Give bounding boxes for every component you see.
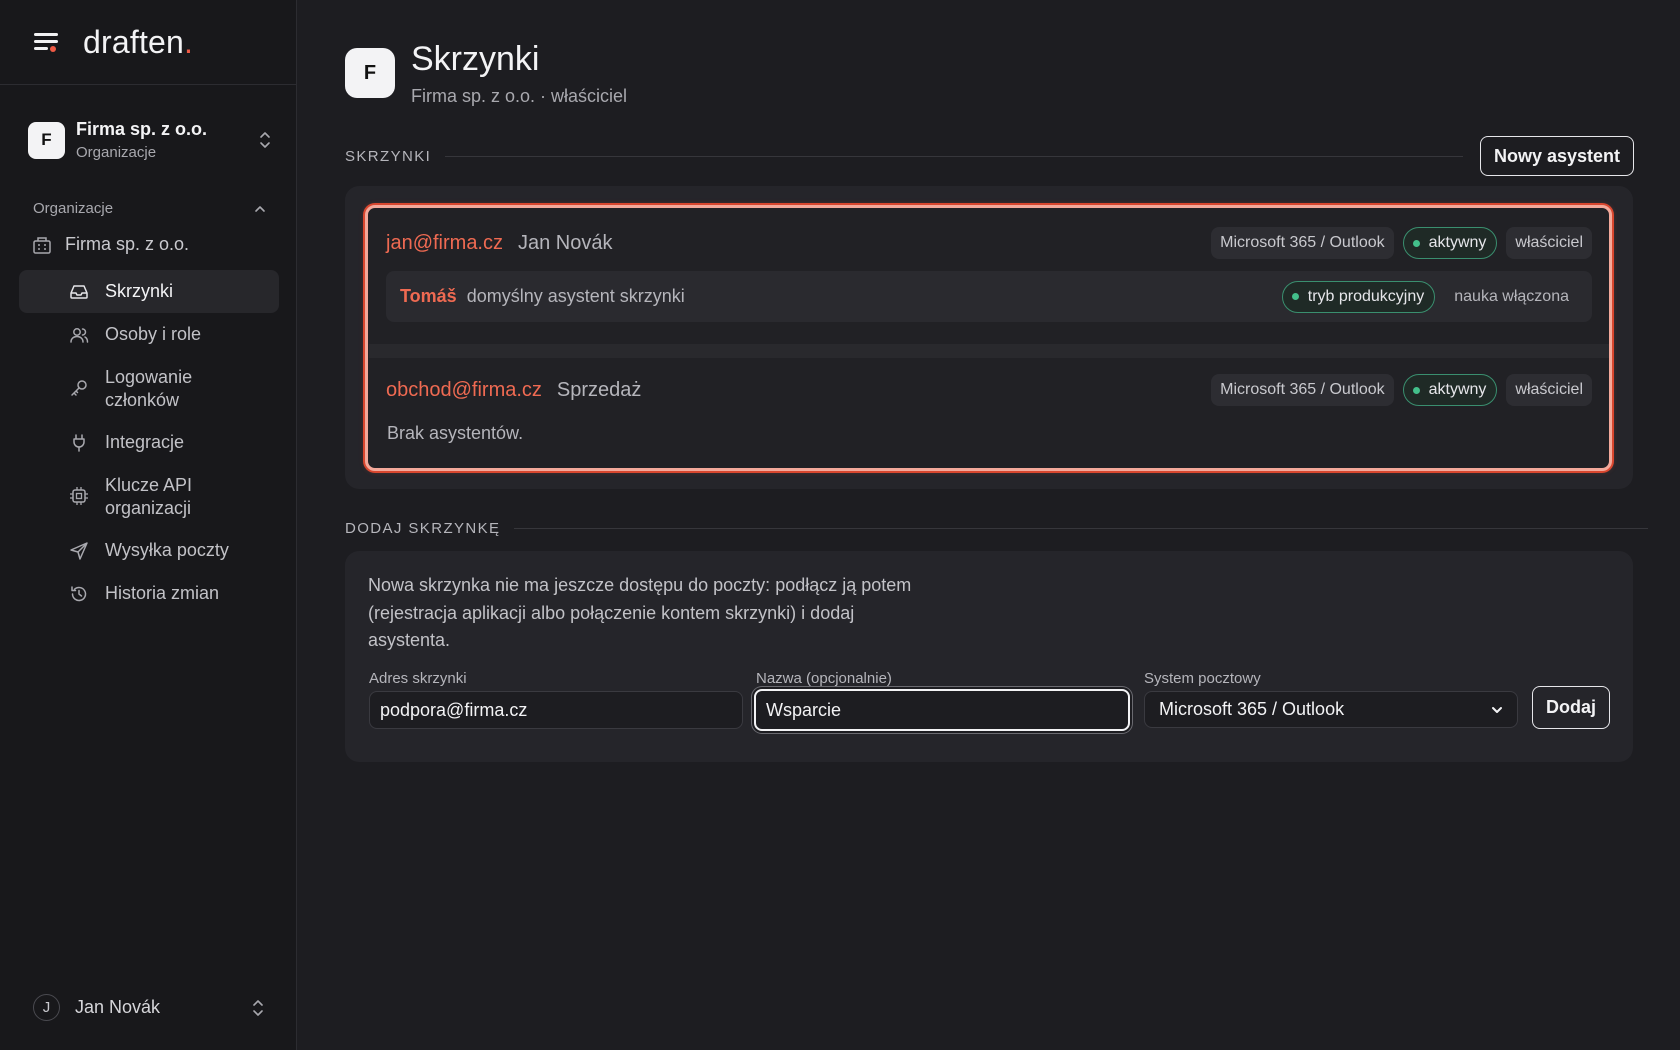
role-badge: właściciel bbox=[1506, 374, 1592, 406]
section-divider bbox=[514, 528, 1649, 529]
user-avatar: J bbox=[33, 994, 60, 1021]
mailbox-item[interactable]: jan@firma.cz Jan Novák Microsoft 365 / O… bbox=[369, 205, 1609, 345]
name-label: Nazwa (opcjonalnie) bbox=[756, 670, 892, 687]
sidebar-header: draften. bbox=[0, 0, 296, 85]
mailbox-email[interactable]: jan@firma.cz bbox=[386, 232, 503, 255]
sidebar-item-label: Osoby i role bbox=[105, 324, 202, 344]
mailbox-name: Jan Novák bbox=[518, 231, 613, 254]
chip-icon bbox=[70, 487, 88, 505]
history-icon bbox=[71, 586, 87, 602]
org-avatar: F bbox=[28, 121, 65, 159]
users-icon bbox=[70, 328, 89, 343]
sidebar-nav: Skrzynki Osoby i role Logowanie członków… bbox=[19, 270, 279, 615]
status-dot-icon bbox=[1412, 386, 1420, 394]
nav-org-label: Firma sp. z o.o. bbox=[65, 234, 190, 254]
sidebar-item-label: Logowanie członków bbox=[105, 367, 193, 410]
provider-badge: Microsoft 365 / Outlook bbox=[1211, 374, 1394, 406]
mailbox-name: Sprzedaż bbox=[556, 378, 642, 401]
send-icon bbox=[70, 542, 88, 560]
select-value: Microsoft 365 / Outlook bbox=[1159, 699, 1345, 719]
assistant-row[interactable]: Tomáš domyślny asystent skrzynki tryb pr… bbox=[386, 271, 1592, 322]
mailbox-separator bbox=[369, 344, 1609, 358]
chevron-up-icon bbox=[255, 205, 265, 212]
address-label: Adres skrzynki bbox=[369, 670, 467, 687]
learning-badge: nauka włączona bbox=[1454, 287, 1569, 305]
assistant-name[interactable]: Tomáš bbox=[400, 286, 457, 307]
org-sub: Organizacje bbox=[76, 144, 157, 161]
mailboxes-section-header: SKRZYNKI bbox=[345, 148, 1464, 165]
section-label: DODAJ SKRZYNKĘ bbox=[345, 520, 501, 537]
nav-section-header[interactable]: Organizacje bbox=[33, 200, 267, 217]
sidebar: draften. F Firma sp. z o.o. Organizacje … bbox=[0, 0, 297, 1050]
section-label: SKRZYNKI bbox=[345, 148, 432, 165]
add-mailbox-description: Nowa skrzynka nie ma jeszcze dostępu do … bbox=[368, 575, 912, 650]
sidebar-item-wysylka[interactable]: Wysyłka poczty bbox=[19, 529, 279, 572]
inbox-icon bbox=[70, 285, 88, 299]
mailbox-email[interactable]: obchod@firma.cz bbox=[386, 379, 542, 402]
page-subtitle: Firma sp. z o.o. · właściciel bbox=[411, 86, 628, 106]
building-icon bbox=[33, 236, 51, 254]
menu-icon[interactable] bbox=[32, 30, 60, 54]
mailbox-name-input[interactable] bbox=[754, 689, 1130, 731]
section-divider bbox=[445, 156, 1464, 157]
app-logo[interactable]: draften. bbox=[83, 24, 193, 61]
status-dot-icon bbox=[1291, 293, 1299, 300]
user-switcher[interactable]: J Jan Novák bbox=[33, 994, 265, 1021]
sidebar-item-label: Historia zmian bbox=[105, 583, 220, 603]
role-badge: właściciel bbox=[1506, 227, 1592, 259]
mode-badge: tryb produkcyjny bbox=[1281, 280, 1436, 313]
sidebar-item-label: Klucze API organizacji bbox=[105, 475, 193, 518]
assistant-desc: domyślny asystent skrzynki bbox=[466, 286, 685, 306]
nav-section-label: Organizacje bbox=[33, 200, 114, 217]
org-name: Firma sp. z o.o. bbox=[76, 119, 208, 139]
sidebar-item-logowanie[interactable]: Logowanie członków bbox=[19, 356, 279, 421]
sidebar-item-integracje[interactable]: Integracje bbox=[19, 421, 279, 464]
org-switcher[interactable]: F Firma sp. z o.o. Organizacje bbox=[28, 118, 272, 162]
nav-org-item[interactable]: Firma sp. z o.o. bbox=[32, 234, 189, 255]
system-label: System pocztowy bbox=[1144, 670, 1261, 687]
key-icon bbox=[71, 380, 87, 396]
sidebar-item-osoby[interactable]: Osoby i role bbox=[19, 313, 279, 356]
user-name: Jan Novák bbox=[75, 997, 161, 1017]
plug-icon bbox=[73, 434, 85, 452]
page-title: Skrzynki bbox=[411, 40, 540, 78]
mailbox-item[interactable]: obchod@firma.cz Sprzedaż Microsoft 365 /… bbox=[369, 358, 1609, 468]
provider-badge: Microsoft 365 / Outlook bbox=[1211, 227, 1394, 259]
new-assistant-button[interactable]: Nowy asystent bbox=[1480, 136, 1634, 176]
chevrons-up-down-icon bbox=[260, 132, 270, 148]
main-content: F Skrzynki Firma sp. z o.o. · właściciel… bbox=[297, 0, 1680, 1050]
sidebar-item-historia[interactable]: Historia zmian bbox=[19, 572, 279, 615]
sidebar-item-label: Wysyłka poczty bbox=[105, 540, 229, 560]
add-button[interactable]: Dodaj bbox=[1532, 686, 1610, 729]
chevron-down-icon bbox=[1492, 706, 1502, 713]
empty-assistants-text: Brak asystentów. bbox=[387, 423, 524, 443]
status-badge: aktywny bbox=[1402, 374, 1498, 406]
add-section-header: DODAJ SKRZYNKĘ bbox=[345, 520, 1649, 537]
sidebar-item-klucze-api[interactable]: Klucze API organizacji bbox=[19, 464, 279, 529]
status-dot-icon bbox=[1412, 239, 1420, 247]
chevrons-up-down-icon bbox=[253, 999, 263, 1016]
mailbox-address-input[interactable] bbox=[369, 691, 743, 729]
status-badge: aktywny bbox=[1402, 227, 1498, 259]
mail-system-select[interactable]: Microsoft 365 / Outlook bbox=[1144, 691, 1518, 728]
page-avatar: F bbox=[345, 48, 395, 98]
sidebar-item-skrzynki[interactable]: Skrzynki bbox=[19, 270, 279, 313]
